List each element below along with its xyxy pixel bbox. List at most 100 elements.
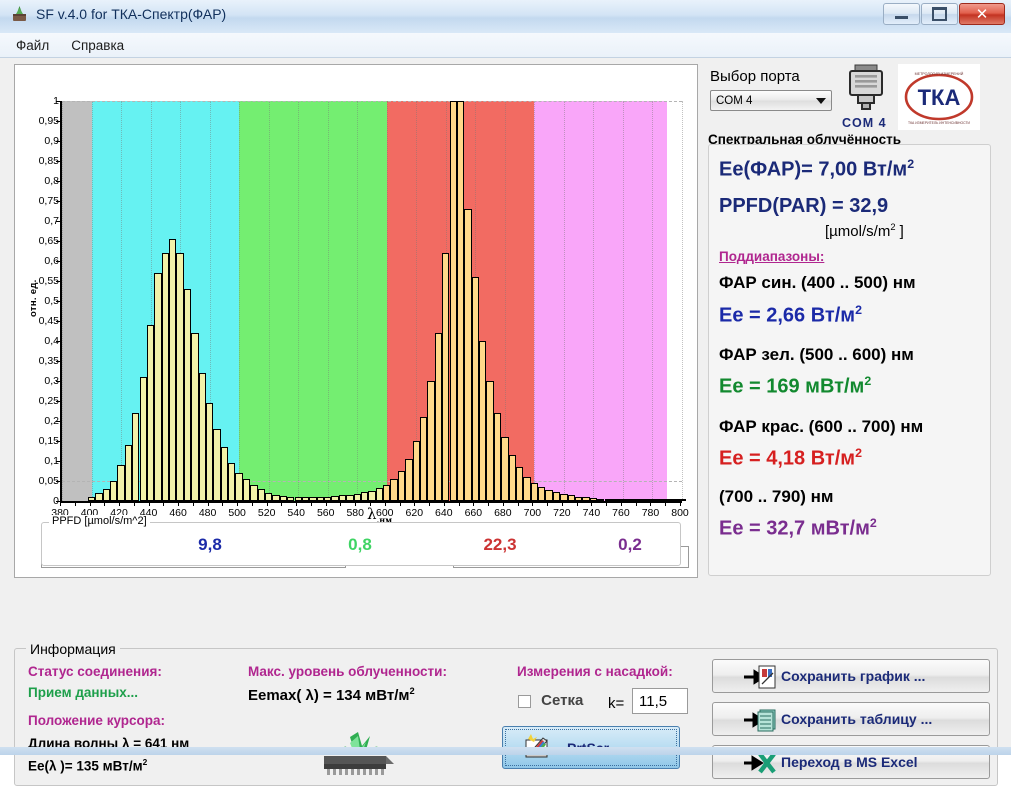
client-area: отн. ед. 0 0,05 0,1 0,15 0,2 0,25 0,3 0,35 0,4 0,… xyxy=(0,58,1011,786)
max-level-value: Eemax( λ) = 134 мВт/м2 xyxy=(248,686,415,704)
x-tick-mark xyxy=(325,502,327,506)
subranges-header: Поддиапазоны: xyxy=(719,249,825,264)
chart-panel: отн. ед. 0 0,05 0,1 0,15 0,2 0,25 0,3 0,35 0,4 0,… xyxy=(14,64,698,578)
x-tick-label: 620 xyxy=(405,507,424,519)
ppfd-par-value: PPFD(PAR) = 32,9 xyxy=(719,195,889,217)
com-port-select[interactable]: COM 4 xyxy=(710,90,832,111)
x-tick-mark xyxy=(591,502,593,506)
ppfd-units: [µmol/s/m2 ] xyxy=(825,222,904,240)
y-tick-mark xyxy=(56,381,61,382)
x-tick-mark xyxy=(665,502,667,506)
y-tick-mark xyxy=(56,121,61,122)
ppfd-value-green: 0,8 xyxy=(348,535,372,554)
x-tick-mark xyxy=(60,502,61,506)
y-tick-mark xyxy=(56,401,61,402)
maximize-button[interactable] xyxy=(921,3,958,25)
y-tick-mark xyxy=(56,481,61,482)
x-tick-mark xyxy=(222,502,224,506)
tka-logo: ТКА МЕТРОЛОГИЯ ИЗМЕРЕНИЙ ТКА ИЗМЕРИТЕЛЬ … xyxy=(898,64,980,130)
y-tick-mark xyxy=(56,141,61,142)
y-tick-mark xyxy=(56,421,61,422)
menu-item-help[interactable]: Справка xyxy=(71,38,124,53)
x-tick-label: 580 xyxy=(346,507,364,519)
spectrum-plot[interactable]: отн. ед. 0 0,05 0,1 0,15 0,2 0,25 0,3 0,35 0,4 0,… xyxy=(15,65,699,579)
x-tick-label: 680 xyxy=(494,507,512,519)
x-tick-mark xyxy=(310,502,312,506)
grid-checkbox[interactable]: Сетка xyxy=(518,692,583,709)
x-tick-mark xyxy=(163,502,165,506)
menu-item-file[interactable]: Файл xyxy=(16,38,49,53)
nozzle-label: Измерения с насадкой: xyxy=(517,664,673,679)
x-tick-mark xyxy=(473,502,475,506)
x-tick-mark xyxy=(119,502,121,506)
ee-value-red: Ee = 4,18 Вт/м2 xyxy=(719,446,862,470)
svg-text:ТКА: ТКА xyxy=(918,85,961,110)
minimize-button[interactable] xyxy=(883,3,920,25)
save-graph-button[interactable]: Сохранить график ... xyxy=(712,659,990,693)
x-tick-label: 740 xyxy=(582,507,601,519)
x-tick-label: 500 xyxy=(228,507,246,519)
window-title: SF v.4.0 for ТКА-Спектр(ФАР) xyxy=(36,5,227,22)
y-tick-mark xyxy=(56,461,61,462)
x-tick-mark xyxy=(340,502,342,506)
com-port-status: COM 4 xyxy=(842,116,887,130)
range-label-farred: (700 .. 790) нм xyxy=(719,487,834,506)
app-window: SF v.4.0 for ТКА-Спектр(ФАР) ✕ Файл Спра… xyxy=(0,0,1011,786)
close-button[interactable]: ✕ xyxy=(959,3,1005,25)
grid-checkbox-box[interactable] xyxy=(518,694,531,708)
save-graph-label: Сохранить график ... xyxy=(781,668,926,684)
svg-text:МЕТРОЛОГИЯ ИЗМЕРЕНИЙ: МЕТРОЛОГИЯ ИЗМЕРЕНИЙ xyxy=(915,72,964,76)
x-tick-label: 480 xyxy=(198,507,217,519)
x-tick-mark xyxy=(237,502,239,506)
x-tick-mark xyxy=(606,502,608,506)
x-tick-mark xyxy=(355,502,357,506)
status-bar xyxy=(0,747,1011,755)
x-tick-mark xyxy=(547,502,549,506)
save-table-button[interactable]: Сохранить таблицу ... xyxy=(712,702,990,736)
app-logo-icon xyxy=(10,4,29,23)
ee-value-farred: Ee = 32,7 мВт/м2 xyxy=(719,516,877,540)
x-tick-mark xyxy=(488,502,490,506)
info-panel-legend: Информация xyxy=(26,641,120,657)
ppfd-value-red: 22,3 xyxy=(483,535,517,554)
x-tick-label: 460 xyxy=(169,507,187,519)
y-tick-mark xyxy=(56,321,61,322)
x-tick-mark xyxy=(576,502,578,506)
excel-label: Переход в MS Excel xyxy=(781,754,918,770)
k-input[interactable]: 11,5 xyxy=(632,688,688,714)
x-tick-mark xyxy=(414,502,416,506)
ee-value-blue: Ee = 2,66 Вт/м2 xyxy=(719,303,862,327)
y-tick-mark xyxy=(56,341,61,342)
x-tick-label: 560 xyxy=(316,507,335,519)
ppfd-group-legend: PPFD [µmol/s/m^2] xyxy=(49,515,150,527)
window-buttons: ✕ xyxy=(883,3,1005,25)
y-tick-mark xyxy=(56,181,61,182)
x-tick-mark xyxy=(104,502,106,506)
title-bar-left: SF v.4.0 for ТКА-Спектр(ФАР) xyxy=(10,4,226,23)
measurement-panel: Выбор порта COM 4 COM 4 ТКА МЕТРОЛОГИЯ И… xyxy=(706,64,998,578)
x-tick-mark xyxy=(443,502,445,506)
x-tick-mark xyxy=(133,502,135,506)
y-tick-mark xyxy=(56,261,61,262)
grid-checkbox-label: Сетка xyxy=(541,692,584,709)
x-tick-mark xyxy=(429,502,431,506)
x-tick-label: 780 xyxy=(641,507,660,519)
x-tick-mark xyxy=(296,502,298,506)
range-label-red: ФАР крас. (600 .. 700) нм xyxy=(719,417,924,436)
y-tick-mark xyxy=(56,201,61,202)
ee-par-value: Ee(ФАР)= 7,00 Вт/м2 xyxy=(719,157,915,181)
y-tick-mark xyxy=(56,441,61,442)
x-tick-mark xyxy=(192,502,194,506)
x-tick-label: 540 xyxy=(287,507,305,519)
x-tick-mark xyxy=(680,502,681,506)
spectral-values-box: Ee(ФАР)= 7,00 Вт/м2 PPFD(PAR) = 32,9 [µm… xyxy=(708,144,991,576)
k-label: k= xyxy=(608,695,625,712)
save-graph-icon xyxy=(743,663,777,694)
ee-value-green: Ee = 169 мВт/м2 xyxy=(719,374,872,398)
svg-text:ТКА ИЗМЕРИТЕЛЬ ИНТЕНСИВНОСТИ: ТКА ИЗМЕРИТЕЛЬ ИНТЕНСИВНОСТИ xyxy=(908,121,971,125)
x-tick-label: 800 xyxy=(671,507,689,519)
x-tick-label: 760 xyxy=(612,507,630,519)
port-select-label: Выбор порта xyxy=(710,68,800,85)
x-tick-label: 660 xyxy=(464,507,483,519)
y-tick-mark xyxy=(56,221,61,222)
